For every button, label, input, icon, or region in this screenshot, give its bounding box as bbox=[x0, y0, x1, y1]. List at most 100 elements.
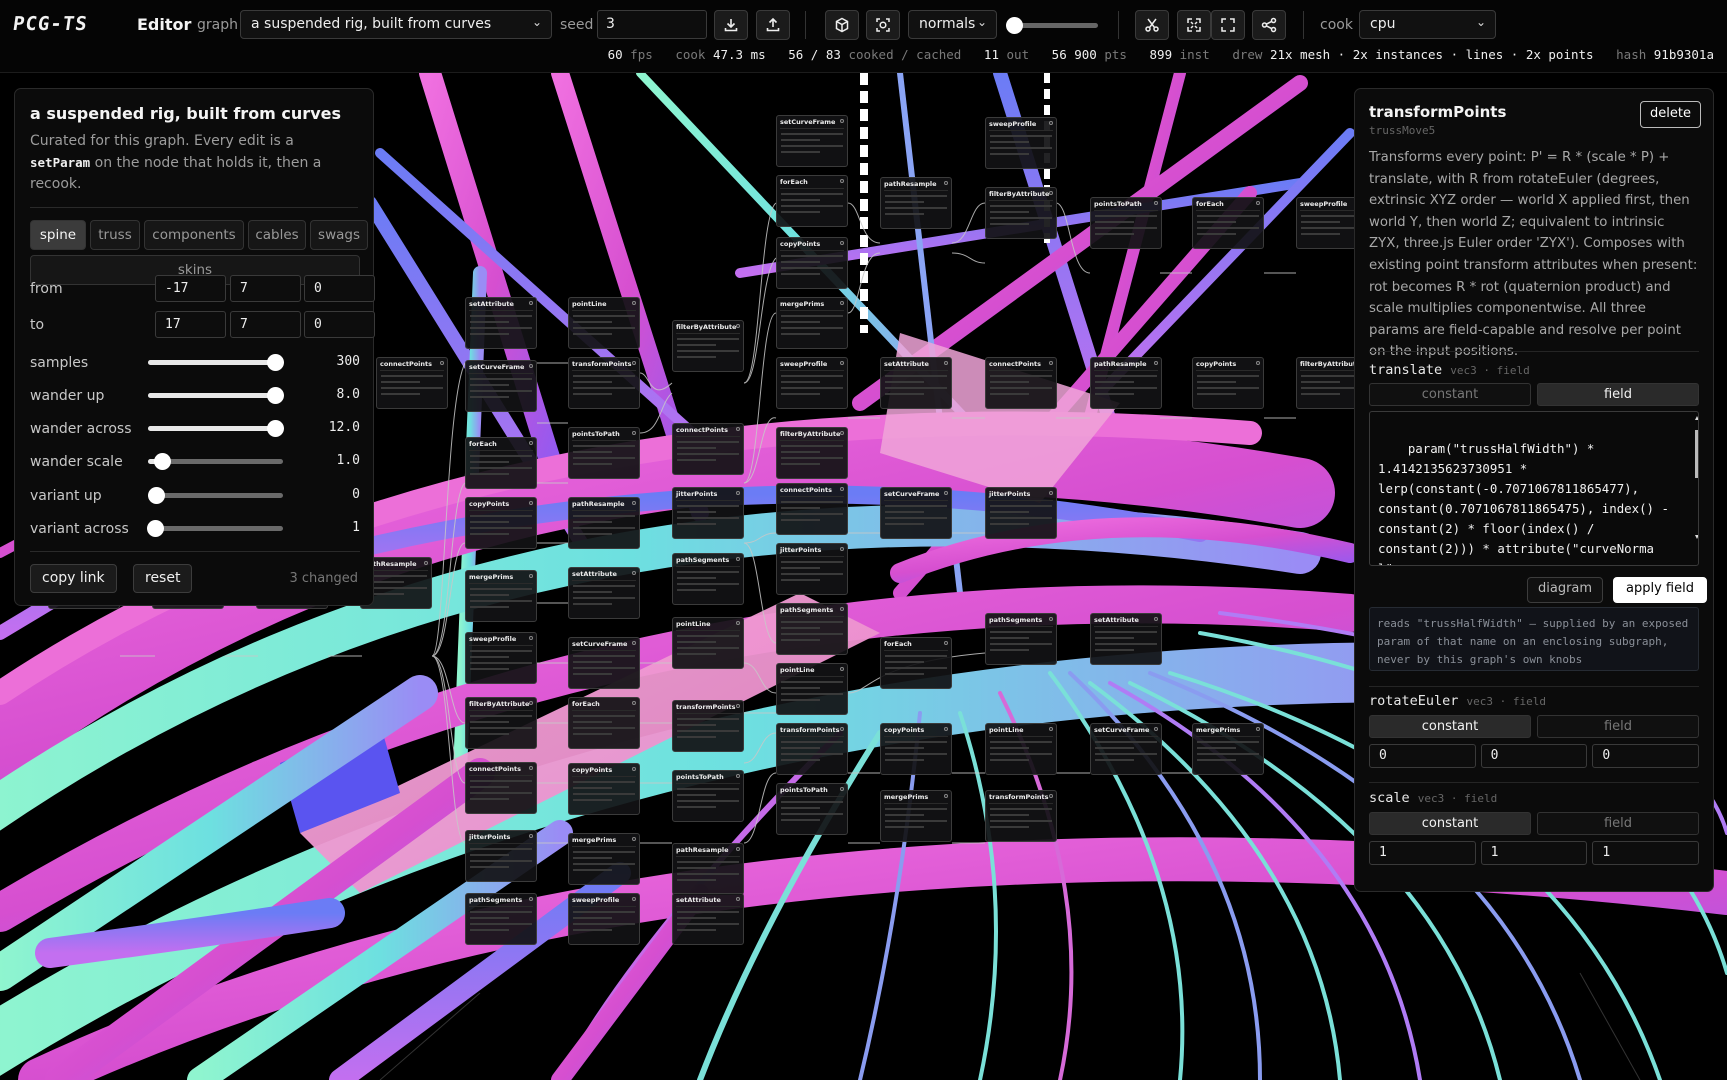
node-port-icon[interactable] bbox=[840, 361, 844, 365]
graph-node[interactable]: transformPoints bbox=[985, 790, 1057, 842]
node-port-icon[interactable] bbox=[529, 501, 533, 505]
graph-node[interactable]: setAttribute bbox=[880, 357, 952, 409]
seed-input[interactable]: 3 bbox=[597, 10, 707, 39]
node-port-icon[interactable] bbox=[736, 704, 740, 708]
editor-scrollbar[interactable] bbox=[1694, 412, 1699, 566]
graph-node[interactable]: pointsToPath bbox=[1090, 197, 1162, 249]
graph-view-button[interactable] bbox=[1252, 10, 1286, 40]
node-port-icon[interactable] bbox=[840, 119, 844, 123]
scale-y-input[interactable]: 1 bbox=[1480, 841, 1588, 865]
scale-z-input[interactable]: 1 bbox=[1592, 841, 1700, 865]
rotate-z-input[interactable]: 0 bbox=[1592, 744, 1700, 768]
node-port-icon[interactable] bbox=[529, 766, 533, 770]
to-y-input[interactable]: 7 bbox=[230, 311, 301, 338]
node-port-icon[interactable] bbox=[1154, 201, 1158, 205]
graph-node[interactable]: forEach bbox=[568, 697, 640, 749]
translate-field-option[interactable]: field bbox=[1537, 383, 1699, 406]
rotate-field-option[interactable]: field bbox=[1537, 715, 1699, 738]
node-port-icon[interactable] bbox=[840, 547, 844, 551]
graph-node[interactable]: mergePrims bbox=[465, 570, 537, 622]
from-x-input[interactable]: -17 bbox=[155, 275, 226, 302]
node-port-icon[interactable] bbox=[632, 641, 636, 645]
graph-node[interactable]: transformPoints bbox=[776, 723, 848, 775]
node-port-icon[interactable] bbox=[1154, 727, 1158, 731]
slider-knob[interactable] bbox=[146, 520, 164, 537]
graph-node[interactable]: pathSegments bbox=[465, 893, 537, 945]
tab-truss[interactable]: truss bbox=[90, 220, 140, 250]
graph-node[interactable]: copyPoints bbox=[1192, 357, 1264, 409]
slider-track[interactable] bbox=[148, 453, 283, 470]
node-port-icon[interactable] bbox=[424, 561, 428, 565]
node-port-icon[interactable] bbox=[736, 427, 740, 431]
graph-node[interactable]: mergePrims bbox=[568, 833, 640, 885]
node-port-icon[interactable] bbox=[632, 361, 636, 365]
slider-knob[interactable] bbox=[266, 420, 284, 437]
node-port-icon[interactable] bbox=[1049, 191, 1053, 195]
node-port-icon[interactable] bbox=[840, 607, 844, 611]
cut-button[interactable] bbox=[1135, 10, 1169, 40]
graph-select[interactable]: a suspended rig, built from curves ⌄ bbox=[240, 10, 552, 39]
node-port-icon[interactable] bbox=[529, 574, 533, 578]
graph-node[interactable]: pointsToPath bbox=[672, 770, 744, 822]
tab-components[interactable]: components bbox=[144, 220, 244, 250]
node-port-icon[interactable] bbox=[944, 727, 948, 731]
graph-node[interactable]: copyPoints bbox=[568, 763, 640, 815]
graph-node[interactable]: setCurveFrame bbox=[465, 360, 537, 412]
diagram-button[interactable]: diagram bbox=[1527, 577, 1604, 603]
scale-field-option[interactable]: field bbox=[1537, 812, 1699, 835]
graph-node[interactable]: sweepProfile bbox=[776, 357, 848, 409]
graph-node[interactable]: setAttribute bbox=[568, 567, 640, 619]
node-port-icon[interactable] bbox=[1154, 617, 1158, 621]
graph-node[interactable]: connectPoints bbox=[465, 762, 537, 814]
exposure-slider-knob[interactable] bbox=[1006, 17, 1023, 34]
translate-constant-option[interactable]: constant bbox=[1369, 383, 1531, 406]
slider-track[interactable] bbox=[148, 387, 284, 404]
node-port-icon[interactable] bbox=[440, 361, 444, 365]
node-port-icon[interactable] bbox=[736, 491, 740, 495]
graph-node[interactable]: setCurveFrame bbox=[776, 115, 848, 167]
node-port-icon[interactable] bbox=[736, 847, 740, 851]
node-port-icon[interactable] bbox=[529, 441, 533, 445]
exposure-slider[interactable] bbox=[1006, 17, 1098, 34]
graph-node[interactable]: copyPoints bbox=[776, 237, 848, 289]
graph-node[interactable]: pointLine bbox=[568, 297, 640, 349]
to-z-input[interactable]: 0 bbox=[304, 311, 375, 338]
slider-track[interactable] bbox=[148, 487, 283, 504]
from-y-input[interactable]: 7 bbox=[230, 275, 301, 302]
node-port-icon[interactable] bbox=[632, 701, 636, 705]
node-port-icon[interactable] bbox=[1049, 121, 1053, 125]
graph-node[interactable]: pointsToPath bbox=[568, 427, 640, 479]
graph-node[interactable]: pathResample bbox=[1090, 357, 1162, 409]
node-port-icon[interactable] bbox=[944, 491, 948, 495]
graph-node[interactable]: forEach bbox=[1192, 197, 1264, 249]
graph-node[interactable]: setCurveFrame bbox=[568, 637, 640, 689]
graph-node[interactable]: setAttribute bbox=[672, 893, 744, 945]
translate-field-editor[interactable]: param("trussHalfWidth") * 1.414213562373… bbox=[1369, 411, 1699, 566]
rotate-constant-option[interactable]: constant bbox=[1369, 715, 1531, 738]
graph-node[interactable]: filterByAttribute bbox=[465, 697, 537, 749]
graph-node[interactable]: pathResample bbox=[880, 177, 952, 229]
node-port-icon[interactable] bbox=[529, 701, 533, 705]
graph-node[interactable]: filterByAttribute bbox=[672, 320, 744, 372]
node-port-icon[interactable] bbox=[736, 557, 740, 561]
graph-node[interactable]: forEach bbox=[776, 175, 848, 227]
graph-node[interactable]: copyPoints bbox=[880, 723, 952, 775]
graph-node[interactable]: connectPoints bbox=[985, 357, 1057, 409]
tab-spine[interactable]: spine bbox=[30, 220, 86, 250]
node-port-icon[interactable] bbox=[632, 301, 636, 305]
node-port-icon[interactable] bbox=[1049, 727, 1053, 731]
node-port-icon[interactable] bbox=[840, 787, 844, 791]
node-port-icon[interactable] bbox=[840, 487, 844, 491]
normals-select[interactable]: normals ⌄ bbox=[908, 10, 997, 39]
graph-node[interactable]: pointsToPath bbox=[776, 783, 848, 835]
graph-node[interactable]: setCurveFrame bbox=[1090, 723, 1162, 775]
graph-node[interactable]: pointLine bbox=[776, 663, 848, 715]
node-port-icon[interactable] bbox=[632, 837, 636, 841]
rotate-x-input[interactable]: 0 bbox=[1369, 744, 1476, 768]
from-z-input[interactable]: 0 bbox=[304, 275, 375, 302]
node-port-icon[interactable] bbox=[632, 501, 636, 505]
node-port-icon[interactable] bbox=[632, 897, 636, 901]
graph-node[interactable]: jitterPoints bbox=[465, 830, 537, 882]
fit-view-button[interactable] bbox=[1177, 10, 1211, 40]
download-button[interactable] bbox=[714, 10, 748, 40]
